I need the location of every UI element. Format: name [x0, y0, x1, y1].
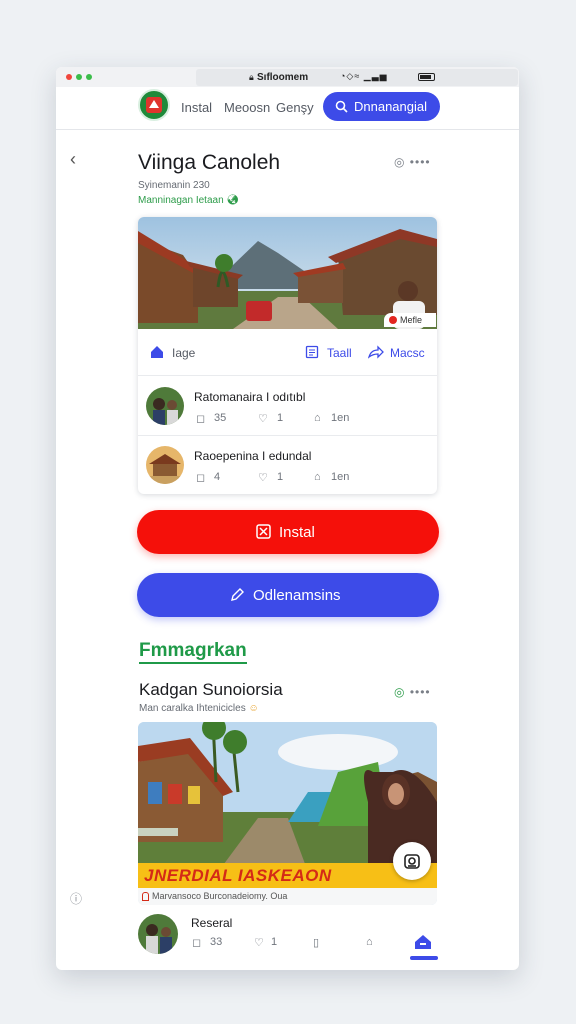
search-icon — [335, 100, 348, 113]
share-icon — [368, 345, 384, 359]
top-nav: Instal Meoosn Genşy Dnnanangial — [56, 87, 519, 130]
minimize-dot-icon[interactable] — [76, 74, 82, 80]
like-count: 1 — [277, 412, 284, 424]
nav-link-meoosn[interactable]: Meoosn — [224, 100, 270, 115]
install-button-label: Instal — [279, 524, 315, 541]
share-count: 1en — [331, 471, 350, 483]
pin-icon — [142, 892, 149, 901]
install-button[interactable]: Instal — [137, 510, 439, 554]
bookmark-icon[interactable]: ⌂ — [314, 412, 321, 424]
post-card: Mefle Iage Taall Macsc Ratomanaira I odı… — [138, 217, 437, 494]
post-title: Viinga Canoleh — [138, 151, 281, 174]
post-subtitle: Syinemanin 230 — [138, 180, 210, 191]
avatar[interactable] — [146, 446, 184, 484]
live-badge-label: Mefle — [400, 315, 423, 325]
lock-icon: 🔒︎ — [249, 72, 254, 82]
section-underline — [139, 662, 247, 664]
comment-row[interactable]: Raoepenina I edundal ◻ 4 ♡ 1 ⌂ 1en — [138, 436, 437, 494]
active-tab-indicator — [410, 956, 438, 960]
like-count: 1 — [271, 936, 278, 948]
status-bar: 🔒︎ Sıfloomem ◔◇≈ ▁▃▅ — [56, 67, 519, 87]
record-icon — [389, 316, 397, 324]
reply-count: 4 — [214, 471, 221, 483]
post2-subtitle: Man caralka Ihtenicicles ☺ — [139, 703, 259, 714]
village-photo[interactable]: Mefle — [138, 217, 437, 329]
more-options-icon[interactable]: ◎ •••• — [394, 685, 431, 699]
author-avatar[interactable] — [138, 914, 178, 954]
home-icon — [151, 346, 163, 358]
document-icon — [305, 345, 319, 359]
section-title: Fmmagrkan — [139, 640, 247, 661]
featured-photo-card[interactable]: JNERDIAL IASKEAON Marvansoco Burconadeio… — [138, 722, 437, 905]
post-tab-row: Iage Taall Macsc — [138, 329, 437, 376]
reply-icon[interactable]: ◻ — [192, 936, 201, 949]
url-text: Sıfloomem — [257, 72, 309, 83]
emoji-icon: ☺ — [248, 703, 259, 714]
more-options-icon[interactable]: ◎ •••• — [394, 155, 431, 169]
reply-count: 33 — [210, 936, 223, 948]
search-button[interactable]: Dnnanangial — [323, 92, 440, 121]
reply-count: 35 — [214, 412, 227, 424]
edit-icon — [231, 588, 244, 601]
tab-table[interactable]: Taall — [327, 346, 352, 360]
signal-wifi-icons: ◔◇≈ ▁▃▅ — [340, 71, 388, 81]
share-count: 1en — [331, 412, 350, 424]
bookmark-icon[interactable]: ⌂ — [314, 471, 321, 483]
reply-icon[interactable]: ◻ — [196, 412, 205, 425]
author-name[interactable]: Reseral — [191, 916, 232, 930]
search-button-label: Dnnanangial — [354, 99, 428, 114]
heart-icon[interactable]: ♡ — [258, 471, 268, 484]
logo-icon[interactable] — [138, 89, 170, 121]
post-tag-label: Manninagan Ietaan — [138, 195, 224, 206]
avatar[interactable] — [146, 387, 184, 425]
close-dot-icon[interactable] — [66, 74, 72, 80]
promo-banner-text: JNERDIAL IASKEAON — [144, 866, 332, 885]
reply-icon[interactable]: ◻ — [196, 471, 205, 484]
heart-icon[interactable]: ♡ — [254, 936, 264, 949]
comment-row[interactable]: Ratomanaira I odıtıbl ◻ 35 ♡ 1 ⌂ 1en — [138, 377, 437, 436]
like-count: 1 — [277, 471, 284, 483]
book-icon[interactable]: ▯ — [313, 936, 319, 949]
secondary-button-label: Odlenamsins — [253, 587, 341, 604]
post2-title: Kadgan Sunoiorsia — [139, 680, 283, 699]
people-icon[interactable]: ⌂ — [366, 936, 373, 948]
secondary-button[interactable]: Odlenamsins — [137, 573, 439, 617]
comment-title[interactable]: Raoepenina I edundal — [194, 449, 311, 463]
home-tab-icon[interactable] — [414, 934, 432, 950]
post-tag[interactable]: Manninagan Ietaan 🌏︎ — [138, 195, 239, 206]
photo-caption: Marvansoco Burconadeiomy. Oua — [138, 888, 437, 905]
post2-footer: Reseral ◻ 33 ♡ 1 ▯ ⌂ — [138, 910, 438, 960]
nav-link-instal[interactable]: Instal — [181, 100, 212, 115]
globe-icon: 🌏︎ — [226, 195, 240, 206]
maximize-dot-icon[interactable] — [86, 74, 92, 80]
tab-image[interactable]: Iage — [172, 346, 195, 360]
camera-icon — [404, 854, 420, 869]
live-badge[interactable]: Mefle — [384, 313, 436, 327]
photo-caption-text: Marvansoco Burconadeiomy. Oua — [152, 891, 288, 901]
nav-link-gensy[interactable]: Genşy — [276, 100, 314, 115]
battery-icon — [418, 73, 435, 81]
comment-title[interactable]: Ratomanaira I odıtıbl — [194, 390, 305, 404]
post2-subtitle-text: Man caralka Ihtenicicles — [139, 703, 246, 714]
install-icon — [256, 524, 271, 539]
back-chevron-icon[interactable]: ‹ — [70, 149, 76, 170]
heart-icon[interactable]: ♡ — [258, 412, 268, 425]
info-icon[interactable]: ⓘ — [70, 890, 82, 907]
app-window: 🔒︎ Sıfloomem ◔◇≈ ▁▃▅ Instal Meoosn Genşy… — [56, 67, 519, 970]
camera-button[interactable] — [393, 842, 431, 880]
tab-share[interactable]: Macsc — [390, 346, 425, 360]
